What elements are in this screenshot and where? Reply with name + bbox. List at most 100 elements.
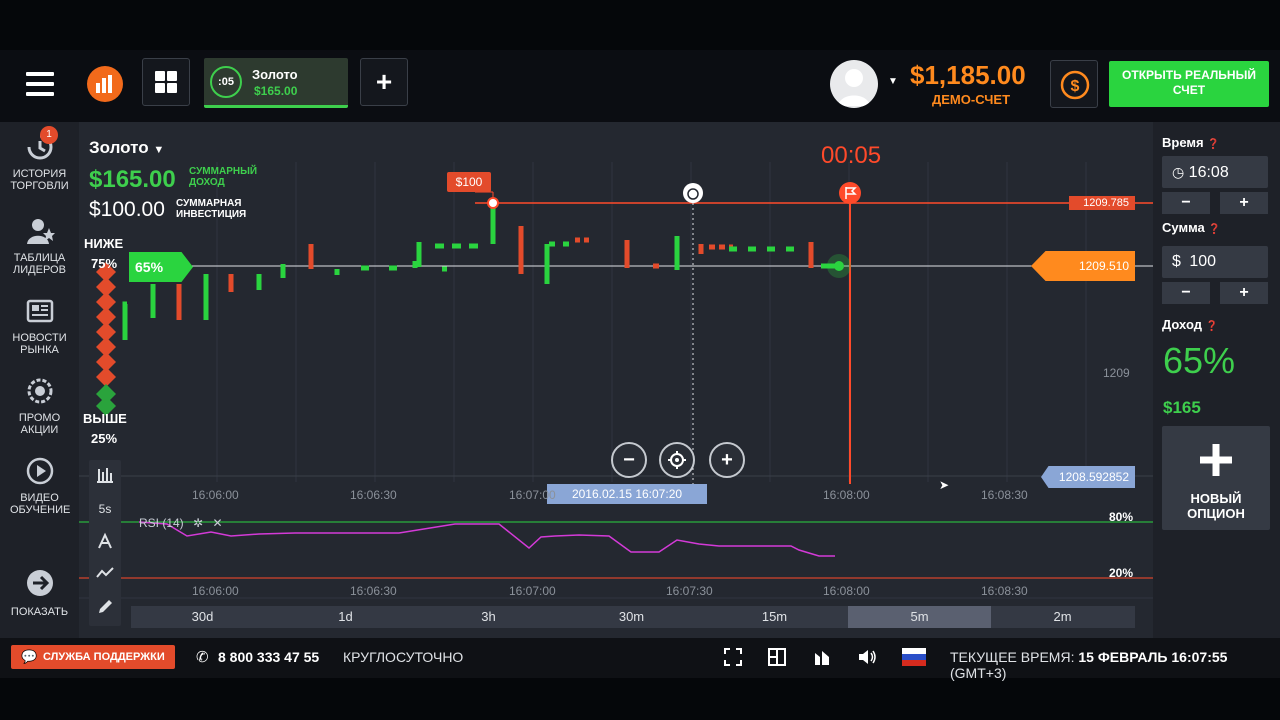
assets-grid-button[interactable]	[142, 58, 190, 106]
sidebar-item-history[interactable]: 1 ИСТОРИЯ ТОРГОВЛИ	[0, 126, 79, 192]
rsi-time-tick: 16:06:00	[192, 584, 239, 598]
sidebar-item-news[interactable]: НОВОСТИ РЫНКА	[0, 296, 79, 356]
rsi-time-tick: 16:07:30	[666, 584, 713, 598]
support-button[interactable]: 💬 СЛУЖБА ПОДДЕРЖКИ	[11, 645, 175, 669]
timeframe-1d[interactable]: 1d	[274, 606, 417, 628]
timeframe-2m[interactable]: 2m	[991, 606, 1134, 628]
chart-area[interactable]: Золото ▼ $165.00 СУММАРНЫЙ ДОХОД $100.00…	[79, 122, 1153, 638]
stopwatch-marker[interactable]	[683, 183, 703, 203]
balance-amount: $1,185.00	[910, 60, 1026, 90]
timeframe-3h[interactable]: 3h	[417, 606, 560, 628]
asset-dropdown-icon[interactable]: ▼	[153, 144, 164, 156]
timeframe-30m[interactable]: 30m	[560, 606, 703, 628]
time-plus-button[interactable]: +	[1220, 192, 1268, 214]
chart-type-icon[interactable]	[89, 466, 121, 487]
lower-label: НИЖЕ	[84, 236, 124, 251]
time-tick: 16:06:00	[192, 488, 239, 502]
add-asset-button[interactable]: +	[360, 58, 408, 106]
rsi-time-tick: 16:07:00	[509, 584, 556, 598]
time-tick: 16:08:30	[981, 488, 1028, 502]
russia-flag-icon[interactable]	[902, 648, 926, 666]
timeframe-5m[interactable]: 5m	[848, 606, 991, 628]
recenter-button[interactable]	[659, 442, 695, 478]
chat-icon: 💬	[21, 649, 38, 664]
avatar[interactable]	[830, 60, 878, 108]
price-candles	[122, 204, 839, 340]
crosshair-time-tag: 2016.02.15 16:07:20	[547, 484, 707, 504]
amount-label: Сумма ❓	[1162, 220, 1221, 235]
expiry-time-field[interactable]: ◷ 16:08	[1162, 156, 1268, 188]
sidebar-item-label: ВИДЕО ОБУЧЕНИЕ	[10, 492, 71, 516]
amount-plus-button[interactable]: +	[1220, 282, 1268, 304]
chart-asset-name[interactable]: Золото ▼	[89, 138, 164, 158]
account-type: ДЕМО-СЧЕТ	[932, 92, 1011, 107]
clock-icon: ◷	[1172, 164, 1185, 180]
sidebar-item-label: ПРОМО АКЦИИ	[18, 412, 61, 436]
zoom-out-button[interactable]: −	[611, 442, 647, 478]
time-minus-button[interactable]: −	[1162, 192, 1210, 214]
rsi-lower-level: 20%	[1109, 566, 1134, 580]
profit-amount: $165	[1163, 398, 1201, 417]
total-investment: $100.00	[89, 198, 165, 221]
grid-icon	[155, 71, 177, 93]
profit-percent: 65%	[1163, 340, 1236, 381]
gear-icon[interactable]: ✲	[193, 516, 203, 530]
interval-button[interactable]: 5s	[89, 502, 121, 516]
expiry-flag-marker[interactable]	[839, 182, 861, 204]
indicator-icon[interactable]	[89, 532, 121, 553]
sidebar-item-label: ИСТОРИЯ ТОРГОВЛИ	[10, 168, 69, 192]
lower-percent: 75%	[91, 256, 118, 271]
layout-icon[interactable]	[767, 647, 787, 667]
trend-icon[interactable]	[89, 564, 121, 585]
play-icon	[26, 457, 53, 485]
sidebar-item-promo[interactable]: ПРОМО АКЦИИ	[0, 376, 79, 436]
rsi-label: RSI (14) ✲ ✕	[139, 516, 223, 530]
switch-account-button[interactable]: $	[1050, 60, 1098, 108]
asset-tab-gold[interactable]: :05 Золото $165.00	[204, 58, 348, 108]
total-profit: $165.00	[89, 166, 176, 193]
amount-minus-button[interactable]: −	[1162, 282, 1210, 304]
tab-asset-name: Золото	[252, 67, 298, 82]
zoom-in-button[interactable]: +	[709, 442, 745, 478]
fullscreen-icon[interactable]	[723, 647, 743, 667]
help-icon[interactable]: ❓	[1207, 139, 1219, 150]
deal-amount-tag[interactable]: $100	[447, 172, 491, 192]
total-investment-label: СУММАРНАЯ ИНВЕСТИЦИЯ	[176, 198, 247, 220]
timeframe-15m[interactable]: 15m	[703, 606, 846, 628]
price-level-tag-high: 1209.785	[1069, 196, 1135, 210]
help-icon[interactable]: ❓	[1208, 224, 1220, 235]
support-phone[interactable]: 8 800 333 47 55	[218, 649, 319, 665]
profit-label: Доход ❓	[1162, 317, 1219, 332]
sidebar-item-leaders[interactable]: ТАБЛИЦА ЛИДЕРОВ	[0, 216, 79, 276]
upper-label: ВЫШЕ	[83, 411, 127, 426]
volume-icon[interactable]	[857, 647, 877, 667]
logo[interactable]	[87, 66, 123, 102]
news-icon	[26, 299, 53, 323]
crosshair-icon	[668, 451, 686, 469]
sidebar-item-show[interactable]: ПОКАЗАТЬ	[0, 568, 79, 618]
close-icon[interactable]: ✕	[212, 516, 222, 530]
new-option-button[interactable]: НОВЫЙ ОПЦИОН	[1162, 426, 1270, 530]
sidebar-item-label: ПОКАЗАТЬ	[10, 606, 69, 618]
rsi-upper-level: 80%	[1109, 510, 1134, 524]
signal-icon[interactable]	[812, 647, 832, 667]
timeframe-30d[interactable]: 30d	[131, 606, 274, 628]
currency-switch-icon: $	[1060, 70, 1090, 100]
help-icon[interactable]: ❓	[1206, 321, 1218, 332]
sidebar-item-video[interactable]: ВИДЕО ОБУЧЕНИЕ	[0, 456, 79, 516]
price-level-tag-low: 1208.592852	[1041, 466, 1135, 488]
time-tick: 16:07:00	[509, 488, 556, 502]
time-label: Время ❓	[1162, 135, 1220, 150]
account-dropdown-icon[interactable]: ▼	[888, 76, 898, 87]
trade-panel: Время ❓ ◷ 16:08 − + Сумма ❓ $ 100 − + До…	[1153, 122, 1280, 638]
history-badge: 1	[40, 126, 58, 144]
amount-field[interactable]: $ 100	[1162, 246, 1268, 278]
phone-icon: ✆	[196, 649, 209, 666]
menu-icon[interactable]	[26, 72, 54, 96]
total-profit-label: СУММАРНЫЙ ДОХОД	[189, 166, 258, 188]
open-real-account-button[interactable]: ОТКРЫТЬ РЕАЛЬНЫЙ СЧЕТ	[1109, 61, 1269, 107]
rsi-time-tick: 16:06:30	[350, 584, 397, 598]
rsi-time-tick: 16:08:30	[981, 584, 1028, 598]
sentiment-bar	[96, 262, 116, 416]
pencil-icon[interactable]	[89, 598, 121, 619]
